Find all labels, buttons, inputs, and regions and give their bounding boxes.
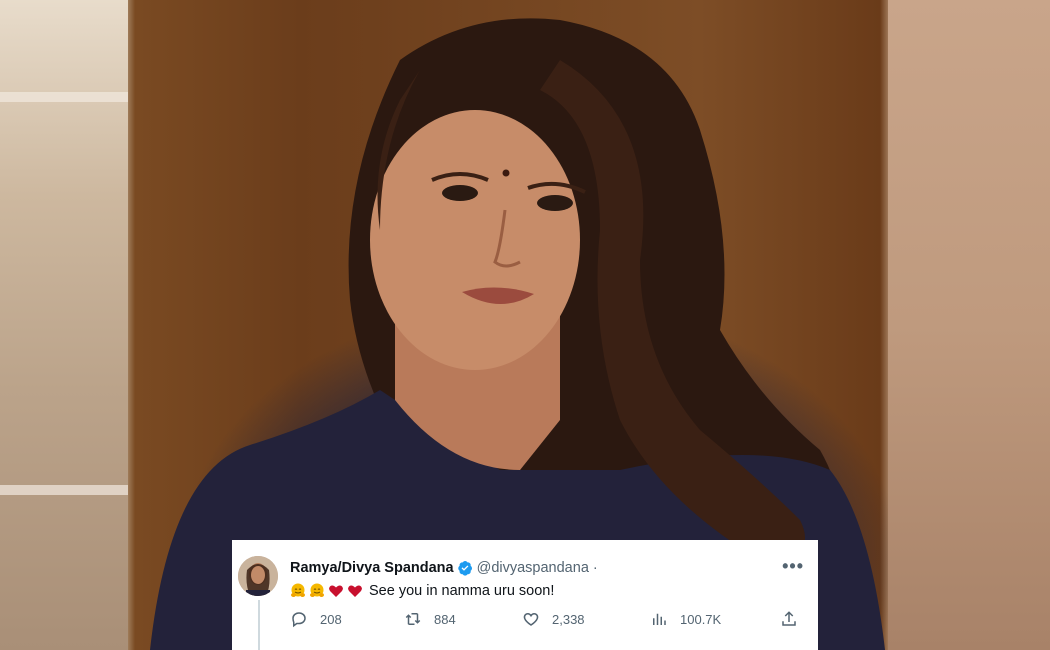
user-handle[interactable]: @divyaspandana <box>477 560 589 576</box>
reply-button[interactable]: 208 <box>290 610 342 628</box>
tweet-actions: 208 884 2,338 100.7K <box>290 610 796 632</box>
separator-dot: · <box>592 560 598 576</box>
avatar[interactable] <box>238 556 278 596</box>
share-button[interactable] <box>780 610 810 628</box>
more-options-icon[interactable]: ••• <box>782 556 804 577</box>
tweet-header: Ramya/Divya Spandana @divyaspandana · <box>290 558 598 578</box>
retweet-count: 884 <box>434 611 456 627</box>
reply-icon <box>292 612 306 628</box>
display-name[interactable]: Ramya/Divya Spandana <box>290 560 454 576</box>
hugging-face-emoji <box>290 583 306 599</box>
reply-count: 208 <box>320 611 342 627</box>
tweet-text: See you in namma uru soon! <box>369 583 555 599</box>
tweet-card[interactable]: Ramya/Divya Spandana @divyaspandana · ••… <box>232 540 818 650</box>
avatar-image <box>238 556 278 596</box>
analytics-icon <box>653 613 666 625</box>
retweet-button[interactable]: 884 <box>404 610 456 628</box>
heart-icon <box>523 612 539 626</box>
red-heart-emoji <box>328 583 344 599</box>
share-icon <box>782 611 796 626</box>
hugging-face-emoji <box>309 583 325 599</box>
retweet-icon <box>405 613 421 625</box>
views-button[interactable]: 100.7K <box>650 610 721 628</box>
verified-badge-icon <box>457 560 473 576</box>
like-count: 2,338 <box>552 611 585 627</box>
like-button[interactable]: 2,338 <box>522 610 585 628</box>
tweet-body: See you in namma uru soon! <box>290 581 554 601</box>
thread-line <box>258 600 260 650</box>
red-heart-emoji <box>347 583 363 599</box>
view-count: 100.7K <box>680 611 722 627</box>
